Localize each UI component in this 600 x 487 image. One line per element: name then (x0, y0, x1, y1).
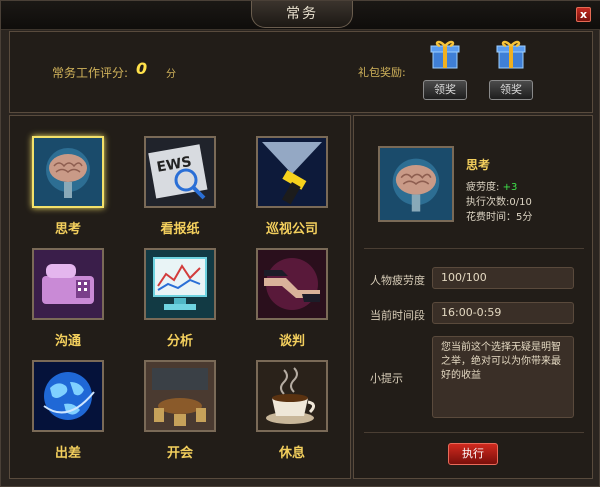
title-bar: 常务 x (1, 1, 600, 30)
fax-phone-icon (32, 248, 104, 320)
claim-reward-button-2[interactable]: 领奖 (489, 80, 533, 100)
action-label: 分析 (166, 334, 193, 349)
brain-icon (32, 136, 104, 208)
daily-affairs-window: 常务 x 常务工作评分: 0 分 礼包奖励: 领奖 领奖 思考 EWS 看报纸 (0, 0, 600, 487)
execute-button[interactable]: 执行 (448, 443, 498, 465)
flashlight-icon (256, 136, 328, 208)
action-analyze[interactable]: 分析 (140, 244, 224, 354)
divider (364, 432, 584, 433)
claim-reward-button-1[interactable]: 领奖 (423, 80, 467, 100)
action-hold-meeting[interactable]: 开会 (140, 356, 224, 466)
action-label: 看报纸 (160, 222, 200, 237)
action-grid: 思考 EWS 看报纸 巡视公司 沟通 分析 谈判 出差 开会 休息 (9, 115, 351, 479)
person-fatigue-field: 100/100 (432, 267, 574, 289)
score-label: 常务工作评分: (52, 66, 129, 80)
action-label: 沟通 (54, 334, 81, 349)
action-negotiate[interactable]: 谈判 (252, 244, 336, 354)
action-communicate[interactable]: 沟通 (28, 244, 112, 354)
handshake-icon (256, 248, 328, 320)
gift-box-icon (428, 36, 462, 70)
action-label: 思考 (54, 222, 81, 237)
reward-panel: 常务工作评分: 0 分 礼包奖励: 领奖 领奖 (9, 31, 593, 113)
globe-icon (32, 360, 104, 432)
action-rest[interactable]: 休息 (252, 356, 336, 466)
gift-reward-label: 礼包奖励: (358, 66, 406, 79)
coffee-cup-icon (256, 360, 328, 432)
action-read-newspaper[interactable]: EWS 看报纸 (140, 132, 224, 242)
fatigue-value: +3 (502, 182, 518, 193)
detail-time-cost: 花费时间：5分 (466, 212, 533, 223)
time-period-field: 16:00-0:59 (432, 302, 574, 324)
detail-fatigue: 疲劳度: +3 (466, 178, 517, 193)
time-period-label: 当前时间段 (370, 309, 425, 322)
score-value: 0 (136, 59, 148, 78)
fatigue-label: 疲劳度: (466, 182, 500, 193)
action-business-trip[interactable]: 出差 (28, 356, 112, 466)
divider (364, 248, 584, 249)
brain-icon (378, 146, 454, 222)
analysis-monitor-icon (144, 248, 216, 320)
action-label: 出差 (54, 446, 81, 461)
action-label: 巡视公司 (265, 222, 318, 237)
newspaper-icon: EWS (144, 136, 216, 208)
action-inspect-company[interactable]: 巡视公司 (252, 132, 336, 242)
person-fatigue-label: 人物疲劳度 (370, 274, 425, 287)
window-title: 常务 (251, 1, 353, 28)
action-think[interactable]: 思考 (28, 132, 112, 242)
action-label: 休息 (278, 446, 305, 461)
tip-text: 您当前这个选择无疑是明智之举，绝对可以为你带来最好的收益 (432, 336, 574, 418)
detail-action-name: 思考 (466, 158, 491, 172)
detail-exec-count: 执行次数:0/10 (466, 197, 532, 208)
action-label: 谈判 (278, 334, 305, 349)
meeting-room-icon (144, 360, 216, 432)
action-label: 开会 (166, 446, 193, 461)
close-button[interactable]: x (576, 7, 591, 22)
action-detail-panel: 思考 疲劳度: +3 执行次数:0/10 花费时间：5分 人物疲劳度 100/1… (353, 115, 593, 479)
gift-box-icon (494, 36, 528, 70)
score-unit: 分 (166, 69, 176, 80)
tip-label: 小提示 (370, 372, 403, 385)
